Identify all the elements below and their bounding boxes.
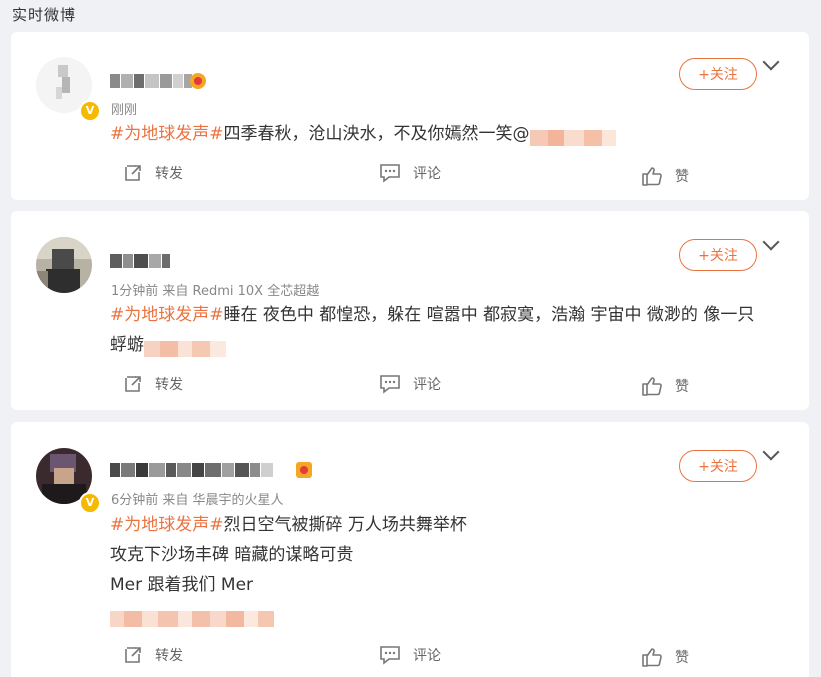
comment-icon <box>380 375 400 394</box>
repost-label: 转发 <box>155 377 183 393</box>
comment-label: 评论 <box>413 377 441 393</box>
comment-label: 评论 <box>413 166 441 182</box>
post-card: V 6分钟前 来自 华晨宇的火星人 #为地球发声#烈日空气被撕碎 万人场共舞举杯… <box>11 422 809 677</box>
post-content: #为地球发声#烈日空气被撕碎 万人场共舞举杯 攻克下沙场丰碑 暗藏的谋略可贵 M… <box>110 510 779 630</box>
chevron-down-icon[interactable] <box>762 53 780 71</box>
comment-button[interactable]: 评论 <box>379 374 441 394</box>
post-time: 刚刚 <box>111 103 138 118</box>
post-content: #为地球发声#四季春秋，沧山泱水，不及你嫣然一笑@ <box>110 119 779 149</box>
comment-label: 评论 <box>413 648 441 664</box>
post-text-line: Mer 跟着我们 Mer <box>110 575 254 595</box>
post-text: 睡在 夜色中 都惶恐，躲在 喧嚣中 都寂寞，浩瀚 宇宙中 微渺的 像一只 <box>223 305 755 325</box>
repost-icon <box>125 376 141 392</box>
chevron-down-icon[interactable] <box>762 443 780 461</box>
post-text-continued: 蜉蝣 <box>110 335 144 355</box>
comment-icon <box>380 164 400 183</box>
topic-link[interactable]: #为地球发声# <box>110 515 224 535</box>
like-label: 赞 <box>675 650 689 666</box>
repost-icon <box>125 647 141 663</box>
username-mosaic[interactable] <box>110 253 170 269</box>
follow-button[interactable]: +关注 <box>679 239 757 271</box>
post-time: 6分钟前 来自 华晨宇的火星人 <box>111 493 284 508</box>
comment-button[interactable]: 评论 <box>379 163 441 183</box>
member-crown-icon <box>296 462 312 478</box>
like-button[interactable]: 赞 <box>641 375 689 397</box>
verified-badge-icon: V <box>79 100 101 122</box>
like-button[interactable]: 赞 <box>641 165 689 187</box>
post-card: V 刚刚 #为地球发声#四季春秋，沧山泱水，不及你嫣然一笑@ +关注 转发 评论… <box>11 32 809 200</box>
username-mosaic[interactable] <box>110 73 192 89</box>
verified-badge-icon: V <box>79 492 101 514</box>
post-text: 四季春秋，沧山泱水，不及你嫣然一笑@ <box>223 124 530 144</box>
repost-label: 转发 <box>155 648 183 664</box>
comment-button[interactable]: 评论 <box>379 645 441 665</box>
repost-label: 转发 <box>155 166 183 182</box>
topic-link[interactable]: #为地球发声# <box>110 305 224 325</box>
thumbs-up-icon <box>642 167 662 186</box>
mention-mosaic[interactable] <box>144 337 226 357</box>
thumbs-up-icon <box>642 648 662 667</box>
section-title: 实时微博 <box>12 6 77 24</box>
thumbs-up-icon <box>642 377 662 396</box>
post-content: #为地球发声#睡在 夜色中 都惶恐，躲在 喧嚣中 都寂寞，浩瀚 宇宙中 微渺的 … <box>110 300 779 360</box>
member-crown-icon <box>190 73 206 89</box>
post-text: 烈日空气被撕碎 万人场共舞举杯 <box>223 515 467 535</box>
chevron-down-icon[interactable] <box>762 233 780 251</box>
post-time: 1分钟前 来自 Redmi 10X 全芯超越 <box>111 284 320 299</box>
verified-badge-icon <box>79 281 97 299</box>
post-text-line: 攻克下沙场丰碑 暗藏的谋略可贵 <box>110 545 354 565</box>
mention-mosaic[interactable] <box>529 126 616 146</box>
mention-mosaic[interactable] <box>110 607 274 627</box>
post-card: 1分钟前 来自 Redmi 10X 全芯超越 #为地球发声#睡在 夜色中 都惶恐… <box>11 211 809 410</box>
like-label: 赞 <box>675 379 689 395</box>
repost-button[interactable]: 转发 <box>123 645 183 665</box>
like-button[interactable]: 赞 <box>641 646 689 668</box>
repost-button[interactable]: 转发 <box>123 374 183 394</box>
repost-icon <box>125 165 141 181</box>
follow-button[interactable]: +关注 <box>679 450 757 482</box>
username-mosaic[interactable] <box>110 462 273 478</box>
topic-link[interactable]: #为地球发声# <box>110 124 224 144</box>
follow-button[interactable]: +关注 <box>679 58 757 90</box>
like-label: 赞 <box>675 169 689 185</box>
repost-button[interactable]: 转发 <box>123 163 183 183</box>
comment-icon <box>380 646 400 665</box>
